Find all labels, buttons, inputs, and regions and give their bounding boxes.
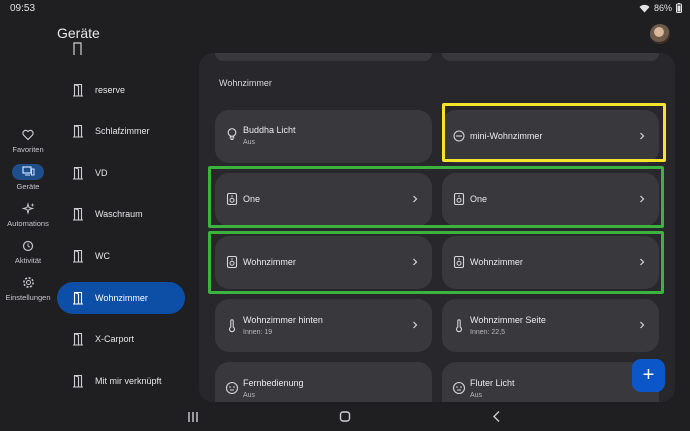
device-status: Aus [243, 392, 256, 399]
battery-icon [676, 3, 682, 13]
rail-label: Automations [7, 219, 49, 228]
room-item-waschraum[interactable]: Waschraum [57, 198, 185, 230]
device-card-wohnzimmer-hinten[interactable]: Wohnzimmer hinten Innen: 19 [215, 299, 432, 352]
room-item-x-carport[interactable]: X-Carport [57, 323, 185, 355]
bulb-icon [227, 128, 237, 141]
rail-item-einstellungen[interactable]: Einstellungen [0, 275, 56, 302]
highlight-box-yellow [442, 103, 666, 162]
room-label: X-Carport [95, 334, 135, 344]
room-item-partial[interactable] [57, 42, 185, 59]
device-card-buddha-licht[interactable]: Buddha Licht Aus [215, 110, 432, 163]
room-item-wc[interactable]: WC [57, 240, 185, 272]
back-icon[interactable] [486, 407, 508, 427]
device-name: Wohnzimmer Seite [470, 315, 546, 325]
sparkle-icon [12, 201, 44, 217]
rail-item-favoriten[interactable]: Favoriten [0, 127, 56, 154]
rail-item-geraete[interactable]: Geräte [0, 164, 56, 191]
section-title: Wohnzimmer [219, 78, 272, 88]
room-item-vd[interactable]: VD [57, 157, 185, 189]
device-name: Wohnzimmer hinten [243, 315, 323, 325]
room-item-reserve[interactable]: reserve [57, 74, 185, 106]
door-icon [73, 291, 83, 305]
device-card-fernbedienung[interactable]: Fernbedienung Aus [215, 362, 432, 402]
door-icon [73, 124, 83, 138]
system-nav-bar [0, 404, 690, 431]
avatar[interactable] [650, 24, 670, 44]
door-icon [73, 332, 83, 346]
gear-icon [12, 275, 44, 291]
recents-icon[interactable] [182, 407, 204, 427]
status-bar: 09:53 86% [0, 0, 690, 16]
room-label: WC [95, 251, 110, 261]
page-title: Geräte [57, 25, 100, 41]
door-icon [73, 374, 83, 388]
room-label: Schlafzimmer [95, 126, 150, 136]
card-partial[interactable] [215, 53, 432, 61]
highlight-box-green [208, 166, 664, 228]
remote-icon [225, 381, 239, 395]
chevron-right-icon [413, 321, 418, 329]
device-name: Fernbedienung [243, 378, 304, 388]
room-label: VD [95, 168, 108, 178]
door-icon [73, 207, 83, 221]
status-right: 86% [639, 3, 682, 13]
heart-icon [12, 127, 44, 143]
history-icon [12, 238, 44, 254]
door-icon [73, 166, 83, 180]
room-label: Mit mir verknüpft [95, 376, 162, 386]
remote-icon [452, 381, 466, 395]
device-card-wohnzimmer-seite[interactable]: Wohnzimmer Seite Innen: 22,5 [442, 299, 659, 352]
wifi-icon [639, 4, 650, 12]
room-label: Wohnzimmer [95, 293, 148, 303]
status-time: 09:53 [10, 3, 36, 14]
door-icon [73, 83, 83, 97]
thermometer-icon [228, 319, 236, 333]
room-item-schlafzimmer[interactable]: Schlafzimmer [57, 115, 185, 147]
room-label: Waschraum [95, 209, 143, 219]
chevron-right-icon [640, 321, 645, 329]
rail-item-aktivitaet[interactable]: Aktivität [0, 238, 56, 265]
rail-label: Favoriten [12, 145, 44, 154]
device-name: Fluter Licht [470, 378, 515, 388]
device-status: Innen: 22,5 [470, 329, 506, 336]
highlight-box-green [208, 231, 664, 294]
device-name: Buddha Licht [243, 125, 296, 135]
battery-percent: 86% [653, 3, 672, 13]
device-card-fluter-licht[interactable]: Fluter Licht Aus [442, 362, 659, 402]
thermometer-icon [455, 319, 463, 333]
devices-icon [12, 164, 44, 180]
room-item-wohnzimmer[interactable]: Wohnzimmer [57, 282, 185, 314]
room-item-linked[interactable]: Mit mir verknüpft [57, 365, 185, 397]
rail-label: Geräte [16, 182, 40, 191]
rail-label: Einstellungen [5, 293, 51, 302]
add-device-button[interactable]: + [632, 359, 665, 392]
device-status: Innen: 19 [243, 329, 273, 336]
rail-label: Aktivität [14, 256, 42, 265]
device-status: Aus [470, 392, 483, 399]
door-icon [73, 249, 83, 263]
door-icon [73, 42, 82, 55]
home-icon[interactable] [334, 407, 356, 427]
room-label: reserve [95, 85, 126, 95]
device-status: Aus [243, 139, 256, 146]
card-partial[interactable] [442, 53, 659, 61]
rail-item-automations[interactable]: Automations [0, 201, 56, 228]
